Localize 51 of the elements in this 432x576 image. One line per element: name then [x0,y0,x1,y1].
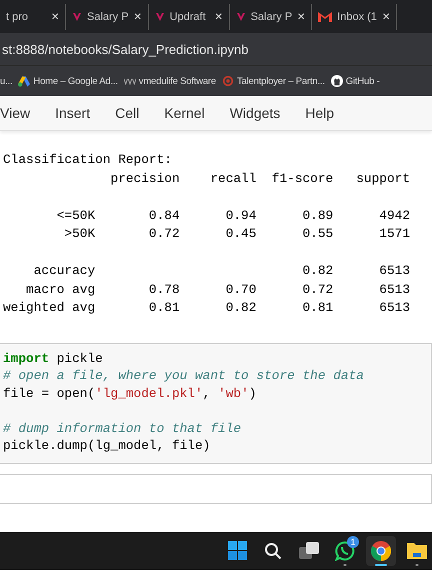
taskbar-item[interactable] [366,536,396,566]
browser-tab[interactable]: Salary P ✕ [230,4,312,30]
code-line: import pickle [3,350,103,367]
chat-bubble-icon[interactable] [335,540,355,560]
bookmark[interactable]: vmedulife Software [124,76,216,86]
chrome-logo-icon[interactable] [371,540,391,560]
menu-item[interactable]: Help [305,105,334,121]
menu-item[interactable]: View [0,105,30,121]
close-icon[interactable]: ✕ [297,10,306,22]
menu-item[interactable]: Cell [115,105,140,121]
code-cell[interactable]: import pickle # open a file, where you want to store the data file = open('lg_model.pkl', 'wb') # dump information to that file pickle.dump(lg_model, file) [0,342,432,464]
browser-tab[interactable]: Inbox (1 ✕ [312,4,398,30]
output-text: macro avg 0.78 0.70 0.72 6513 [25,280,410,298]
v-logo-icon [154,12,165,22]
menu-item[interactable]: Kernel [164,105,205,121]
bookmark[interactable]: GitHub - [330,75,380,87]
windows-start-icon[interactable] [228,541,246,560]
browser-tab[interactable]: Salary P ✕ [66,4,149,30]
close-icon[interactable]: ✕ [134,10,142,22]
bookmark[interactable]: u... [0,76,12,86]
folder-icon[interactable] [407,542,427,559]
code-line: file = open('lg_model.pkl', 'wb') [3,384,256,402]
empty-code-cell[interactable] [0,474,432,504]
bookmark[interactable]: Home – Google Ad... [18,76,118,86]
output-text: Classification Report: [3,151,172,169]
code-line: pickle.dump(lg_model, file) [3,437,210,454]
v-logo-icon [72,12,82,22]
output-text: >50K 0.72 0.45 0.55 1571 [63,225,410,243]
code-line: # dump information to that file [3,420,242,437]
task-view-icon[interactable] [299,542,319,559]
code-line: # open a file, where you want to store the data [3,367,364,384]
ads-logo-icon [18,76,30,86]
output-text: weighted avg 0.81 0.82 0.81 6513 [3,299,410,317]
menu-item[interactable]: Insert [55,105,90,121]
menu-item[interactable]: Widgets [230,105,280,121]
github-logo-icon [330,75,343,87]
waves-icon [124,78,136,84]
v-logo-icon [236,12,246,22]
mail-icon [318,12,332,22]
close-icon[interactable]: ✕ [382,10,390,22]
close-icon[interactable]: ✕ [214,10,223,22]
output-text: accuracy 0.82 6513 [32,262,410,280]
browser-tab[interactable]: t pro ✕ [0,4,66,30]
notification-badge: 1 [347,536,359,548]
target-icon [222,75,234,87]
output-text: precision recall f1-score support [110,170,410,188]
bookmark[interactable]: Talentployer – Partn... [222,75,325,87]
search-icon[interactable] [264,542,282,560]
close-icon[interactable]: ✕ [51,10,59,22]
output-text: <=50K 0.84 0.94 0.89 4942 [56,206,410,224]
browser-tab[interactable]: Updraft ✕ [148,4,230,30]
